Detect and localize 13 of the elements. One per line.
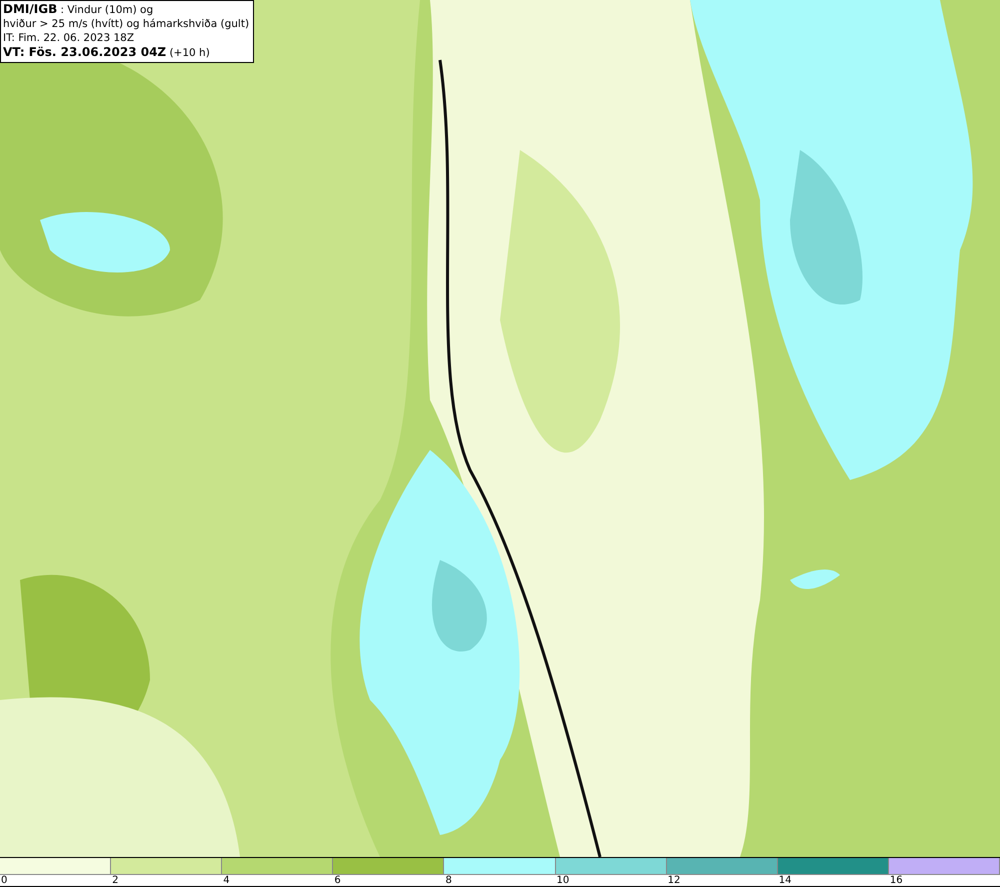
legend-tick-label: 0 bbox=[0, 875, 8, 887]
header-text: hviður > 25 m/s (hvítt) og hámarkshviða (gult) bbox=[3, 17, 250, 31]
legend-tick-label: 2 bbox=[111, 875, 118, 887]
header-text: IT: Fim. 22. 06. 2023 18Z bbox=[3, 31, 136, 45]
legend-tick-label: 12 bbox=[666, 875, 680, 887]
legend-tick-label: 14 bbox=[778, 875, 792, 887]
header-text: VT: Fös. 23.06.2023 04Z (+10 h) bbox=[3, 45, 211, 60]
legend-tick-label: 4 bbox=[222, 875, 230, 887]
legend-tick-label: 8 bbox=[444, 875, 452, 887]
legend-tick-label: 16 bbox=[888, 875, 903, 887]
header-text: DMI/IGB : Vindur (10m) og bbox=[3, 2, 154, 17]
legend-tick-label: 10 bbox=[556, 875, 570, 887]
legend-tick-label: 6 bbox=[333, 875, 341, 887]
